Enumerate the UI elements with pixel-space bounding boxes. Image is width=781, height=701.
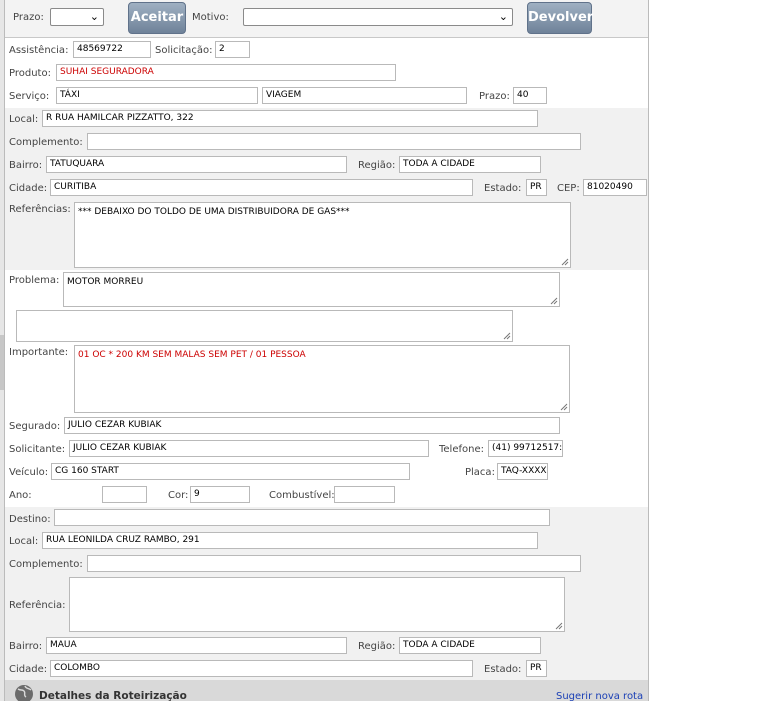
prazo-select[interactable]: ⌄ — [50, 8, 104, 26]
estado-field[interactable]: PR — [526, 179, 547, 196]
motivo-label: Motivo: — [192, 12, 229, 23]
segurado-label: Segurado: — [9, 421, 61, 432]
servico-tipo-field[interactable]: VIAGEM — [262, 87, 467, 104]
resize-grip-icon[interactable] — [503, 332, 511, 340]
bairro-field[interactable]: TATUQUARA — [46, 156, 347, 173]
assistencia-field[interactable]: 48569722 — [73, 41, 151, 58]
destino-cidade-label: Cidade: — [9, 664, 48, 675]
regiao-field[interactable]: TODA A CIDADE — [399, 156, 541, 173]
produto-label: Produto: — [9, 68, 51, 79]
prazo-minutes-field[interactable]: 40 — [513, 87, 547, 104]
complemento-field[interactable] — [87, 133, 581, 150]
telefone-label: Telefone: — [439, 444, 484, 455]
local-label: Local: — [9, 114, 39, 125]
bairro-label: Bairro: — [9, 160, 43, 171]
segurado-field[interactable]: JULIO CEZAR KUBIAK — [64, 417, 560, 434]
problema-textarea[interactable]: MOTOR MORREU — [63, 272, 560, 307]
cidade-label: Cidade: — [9, 183, 48, 194]
regiao-label: Região: — [358, 160, 396, 171]
toolbar-divider — [5, 37, 648, 38]
prazo-label: Prazo: — [13, 12, 44, 23]
combustivel-label: Combustível: — [269, 490, 335, 501]
aceitar-button[interactable]: Aceitar — [128, 2, 186, 34]
local-field[interactable]: R RUA HAMILCAR PIZZATTO, 322 — [42, 110, 538, 127]
cep-label: CEP: — [557, 183, 580, 194]
resize-grip-icon[interactable] — [550, 297, 558, 305]
assistencia-label: Assistência: — [9, 45, 69, 56]
chevron-down-icon: ⌄ — [498, 10, 508, 23]
destino-label: Destino: — [9, 514, 51, 525]
servico-label: Serviço: — [9, 91, 50, 102]
service-form-panel: Prazo: ⌄ Aceitar Motivo: ⌄ Devolver Assi… — [4, 0, 649, 701]
placa-label: Placa: — [465, 467, 495, 478]
destino-local-field[interactable]: RUA LEONILDA CRUZ RAMBO, 291 — [42, 532, 538, 549]
resize-grip-icon[interactable] — [561, 258, 569, 266]
solicitante-field[interactable]: JULIO CEZAR KUBIAK — [69, 440, 429, 457]
solicitacao-field[interactable]: 2 — [215, 41, 250, 58]
destino-estado-field[interactable]: PR — [526, 660, 547, 677]
veiculo-field[interactable]: CG 160 START — [51, 463, 410, 480]
resize-grip-icon[interactable] — [555, 622, 563, 630]
devolver-button[interactable]: Devolver — [527, 2, 593, 34]
referencias-label: Referências: — [9, 204, 71, 215]
cor-label: Cor: — [168, 490, 189, 501]
globe-icon — [15, 685, 33, 701]
motivo-select[interactable]: ⌄ — [243, 8, 513, 26]
problema-label: Problema: — [9, 275, 60, 286]
destino-regiao-field[interactable]: TODA A CIDADE — [399, 637, 541, 654]
cep-field[interactable]: 81020490 — [583, 179, 647, 196]
problema-extra-textarea[interactable] — [16, 310, 513, 342]
destino-cidade-field[interactable]: COLOMBO — [50, 660, 473, 677]
destino-field[interactable] — [54, 509, 550, 526]
ano-field[interactable] — [102, 486, 147, 503]
produto-field[interactable]: SUHAI SEGURADORA — [56, 64, 396, 81]
telefone-field[interactable]: (41) 99712517: — [488, 440, 563, 457]
importante-label: Importante: — [9, 347, 69, 358]
referencias-textarea[interactable]: *** DEBAIXO DO TOLDO DE UMA DISTRIBUIDOR… — [74, 202, 571, 268]
destino-bairro-field[interactable]: MAUA — [46, 637, 347, 654]
destino-estado-label: Estado: — [484, 664, 522, 675]
destino-local-label: Local: — [9, 536, 39, 547]
destino-complemento-label: Complemento: — [9, 559, 83, 570]
referencia-textarea[interactable] — [69, 577, 565, 632]
sugerir-nova-rota-link[interactable]: Sugerir nova rota — [556, 691, 643, 701]
destino-regiao-label: Região: — [358, 641, 396, 652]
solicitacao-label: Solicitação: — [155, 45, 213, 56]
complemento-label: Complemento: — [9, 137, 83, 148]
prazo-minutes-label: Prazo: — [479, 91, 510, 102]
estado-label: Estado: — [484, 183, 522, 194]
chevron-down-icon: ⌄ — [89, 10, 99, 23]
servico-field[interactable]: TÁXI — [56, 87, 258, 104]
destino-complemento-field[interactable] — [87, 555, 581, 572]
importante-textarea[interactable]: 01 OC * 200 KM SEM MALAS SEM PET / 01 PE… — [74, 345, 570, 413]
ano-label: Ano: — [9, 490, 32, 501]
roteirizacao-title: Detalhes da Roteirização — [39, 690, 187, 701]
cor-field[interactable]: 9 — [190, 486, 250, 503]
cidade-field[interactable]: CURITIBA — [50, 179, 473, 196]
placa-field[interactable]: TAQ-XXXX — [497, 463, 548, 480]
destino-bairro-label: Bairro: — [9, 641, 43, 652]
solicitante-label: Solicitante: — [9, 444, 66, 455]
combustivel-field[interactable] — [334, 486, 395, 503]
veiculo-label: Veículo: — [9, 467, 49, 478]
resize-grip-icon[interactable] — [560, 403, 568, 411]
referencia-label: Referência: — [9, 600, 66, 611]
